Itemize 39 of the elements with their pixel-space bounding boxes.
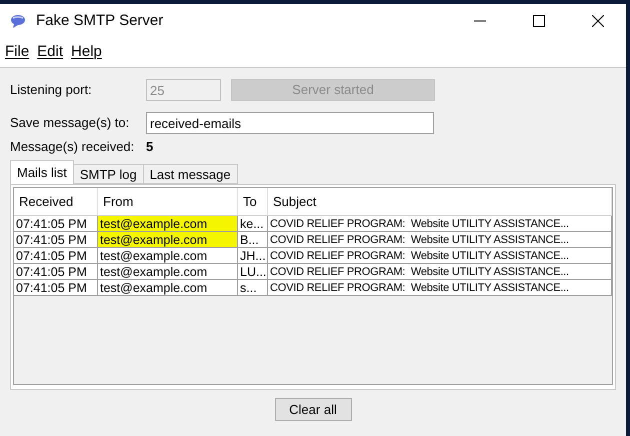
field-label: Save message(s) to:: [10, 114, 130, 132]
table-cell: test@example.com: [98, 280, 238, 295]
table-cell: JH...: [238, 248, 268, 263]
field-label: Message(s) received:: [10, 138, 136, 156]
table-cell: COVID RELIEF PROGRAM: Website UTILITY ASSISTANCE...: [268, 232, 612, 247]
column-header[interactable]: Received: [14, 188, 98, 215]
app-icon: [10, 14, 26, 28]
minimize-icon[interactable]: [474, 20, 486, 22]
maximize-icon[interactable]: [533, 15, 545, 27]
column-header[interactable]: From: [98, 188, 238, 215]
table-cell: COVID RELIEF PROGRAM: Website UTILITY ASSISTANCE...: [268, 248, 612, 263]
table-cell: COVID RELIEF PROGRAM: Website UTILITY ASSISTANCE...: [268, 216, 612, 231]
received-count: 5: [146, 138, 154, 156]
table-cell: s...: [238, 280, 268, 295]
table-cell: 07:41:05 PM: [14, 280, 98, 295]
column-header[interactable]: To: [238, 188, 268, 215]
window-title: Fake SMTP Server: [36, 10, 164, 31]
menu-item[interactable]: Help: [71, 41, 102, 64]
table-cell: ke...: [238, 216, 268, 231]
table-cell: COVID RELIEF PROGRAM: Website UTILITY ASSISTANCE...: [268, 264, 612, 279]
save-path-field[interactable]: received-emails: [146, 112, 434, 134]
table-cell: 07:41:05 PM: [14, 248, 98, 263]
table-cell: B...: [238, 232, 268, 247]
table-cell: test@example.com: [98, 216, 238, 231]
tab[interactable]: Last message: [142, 164, 238, 184]
menu-item[interactable]: Edit: [37, 41, 64, 64]
close-icon[interactable]: [592, 15, 604, 27]
clear-all-button[interactable]: Clear all: [274, 398, 352, 421]
table-cell: test@example.com: [98, 248, 238, 263]
tab[interactable]: SMTP log: [72, 164, 144, 184]
table-cell: 07:41:05 PM: [14, 264, 98, 279]
table-cell: test@example.com: [98, 232, 238, 247]
column-header[interactable]: Subject: [268, 188, 612, 215]
field-label: Listening port:: [10, 81, 93, 100]
menu-item[interactable]: File: [5, 41, 30, 64]
tab[interactable]: Mails list: [10, 160, 74, 184]
table-cell: test@example.com: [98, 264, 238, 279]
table-cell: COVID RELIEF PROGRAM: Website UTILITY ASSISTANCE...: [268, 280, 612, 295]
table-cell: LU...: [238, 264, 268, 279]
